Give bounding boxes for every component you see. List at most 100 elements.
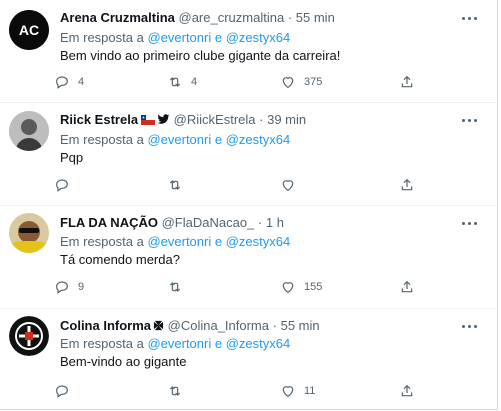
- reply-count: 4: [78, 76, 85, 88]
- tweet-header: Arena Cruzmaltina @are_cruzmaltina · 55 …: [60, 9, 335, 27]
- separator-dot: ·: [272, 318, 277, 333]
- heart-icon: [282, 282, 294, 294]
- maltese-cross-icon: [153, 320, 164, 331]
- author-handle[interactable]: @RiickEstrela: [174, 112, 256, 127]
- reply-icon: [56, 281, 68, 294]
- more-options-icon[interactable]: [459, 9, 481, 27]
- author-handle[interactable]: @Colina_Informa: [168, 318, 269, 333]
- heart-icon: [282, 386, 294, 398]
- reply-icon: [56, 385, 68, 398]
- share-button[interactable]: [399, 380, 415, 402]
- author-name[interactable]: Colina Informa: [60, 318, 151, 333]
- replying-label: Em resposta a: [60, 234, 144, 249]
- tweet-header: FLA DA NAÇÃO @FlaDaNacao_ · 1 h: [60, 214, 284, 232]
- reply-icon: [56, 76, 68, 89]
- like-count: 155: [304, 281, 323, 293]
- tweet-text: Tá comendo merda?: [60, 252, 180, 267]
- separator-dot: ·: [287, 10, 293, 25]
- mention-link[interactable]: @evertonri: [147, 132, 211, 147]
- twitter-bird-icon: [157, 114, 170, 124]
- retweet-button[interactable]: [167, 380, 191, 402]
- heart-icon: [282, 77, 294, 89]
- timestamp[interactable]: 39 min: [267, 112, 306, 127]
- replying-to: Em resposta a @evertonri e @zestyx64: [60, 131, 290, 149]
- reply-tweet[interactable]: AC Arena Cruzmaltina @are_cruzmaltina · …: [0, 0, 497, 103]
- avatar-logo-text: AC: [19, 22, 39, 38]
- separator-dot: ·: [259, 112, 264, 127]
- share-button[interactable]: [399, 174, 415, 196]
- reply-button[interactable]: [54, 380, 78, 402]
- more-options-icon[interactable]: [459, 317, 481, 335]
- retweet-icon: [169, 77, 181, 87]
- tweet-header: Riick Estrela @RiickEstrela · 39 min: [60, 111, 306, 129]
- mention-link[interactable]: @evertonri: [147, 336, 211, 351]
- replying-to: Em resposta a @evertonri e @zestyx64: [60, 233, 290, 251]
- mention-and: e: [214, 132, 223, 147]
- replying-to: Em resposta a @evertonri e @zestyx64: [60, 335, 290, 353]
- tweet-text: Bem-vindo ao gigante: [60, 354, 187, 369]
- tweet-header: Colina Informa @Colina_Informa · 55 min: [60, 317, 320, 335]
- like-button[interactable]: 155: [280, 276, 322, 298]
- mention-link[interactable]: @zestyx64: [226, 336, 291, 351]
- author-handle[interactable]: @FlaDaNacao_: [162, 215, 255, 230]
- mention-link[interactable]: @evertonri: [147, 234, 211, 249]
- like-button[interactable]: 11: [280, 380, 315, 402]
- timestamp[interactable]: 55 min: [281, 318, 320, 333]
- retweet-icon: [169, 386, 181, 396]
- share-icon: [401, 280, 413, 293]
- separator-dot: ·: [257, 215, 263, 230]
- mention-and: e: [214, 234, 223, 249]
- reply-button[interactable]: 9: [54, 276, 84, 298]
- reply-icon: [56, 179, 68, 192]
- replying-label: Em resposta a: [60, 132, 144, 147]
- reply-count: 9: [78, 281, 85, 293]
- reply-button[interactable]: [54, 174, 78, 196]
- replying-to: Em resposta a @evertonri e @zestyx64: [60, 29, 290, 47]
- author-name[interactable]: Arena Cruzmaltina: [60, 10, 175, 25]
- like-count: 11: [304, 385, 316, 397]
- reply-tweet[interactable]: Riick Estrela @RiickEstrela · 39 min Em …: [0, 102, 497, 206]
- chile-flag-icon: [141, 115, 156, 125]
- mention-and: e: [214, 336, 223, 351]
- retweet-count: 4: [191, 76, 198, 88]
- tweet-actions: 4 4 375: [54, 71, 424, 93]
- more-options-icon[interactable]: [459, 214, 481, 232]
- tweet-actions: 9 155: [54, 276, 424, 298]
- retweet-icon: [169, 180, 181, 190]
- mention-link[interactable]: @zestyx64: [226, 234, 291, 249]
- tweet-actions: [54, 174, 424, 196]
- like-button[interactable]: 375: [280, 71, 322, 93]
- mention-link[interactable]: @evertonri: [147, 30, 211, 45]
- author-name[interactable]: Riick Estrela: [60, 112, 138, 127]
- heart-icon: [282, 180, 294, 192]
- mention-link[interactable]: @zestyx64: [226, 132, 291, 147]
- share-button[interactable]: [399, 276, 415, 298]
- tweet-actions: 11: [54, 380, 424, 402]
- avatar[interactable]: [9, 111, 49, 151]
- author-name[interactable]: FLA DA NAÇÃO: [60, 215, 158, 230]
- retweet-button[interactable]: 4: [167, 71, 197, 93]
- tweet-text: Bem vindo ao primeiro clube gigante da c…: [60, 48, 341, 63]
- like-count: 375: [304, 76, 323, 88]
- share-icon: [401, 178, 413, 191]
- retweet-button[interactable]: [167, 276, 191, 298]
- like-button[interactable]: [280, 174, 304, 196]
- timestamp[interactable]: 55 min: [296, 10, 335, 25]
- author-handle[interactable]: @are_cruzmaltina: [179, 10, 285, 25]
- reply-button[interactable]: 4: [54, 71, 84, 93]
- tweet-text: Pqp: [60, 150, 84, 165]
- mention-and: e: [214, 30, 223, 45]
- more-options-icon[interactable]: [459, 111, 481, 129]
- timestamp[interactable]: 1 h: [266, 215, 284, 230]
- replying-label: Em resposta a: [60, 336, 144, 351]
- share-icon: [401, 384, 413, 397]
- retweet-button[interactable]: [167, 174, 191, 196]
- share-button[interactable]: [399, 71, 415, 93]
- avatar[interactable]: AC: [9, 10, 49, 50]
- mention-link[interactable]: @zestyx64: [226, 30, 291, 45]
- reply-tweet[interactable]: Colina Informa @Colina_Informa · 55 min …: [0, 308, 497, 409]
- avatar[interactable]: [9, 316, 49, 356]
- avatar[interactable]: [9, 213, 49, 253]
- retweet-icon: [169, 282, 181, 292]
- reply-tweet[interactable]: FLA DA NAÇÃO @FlaDaNacao_ · 1 h Em respo…: [0, 205, 497, 309]
